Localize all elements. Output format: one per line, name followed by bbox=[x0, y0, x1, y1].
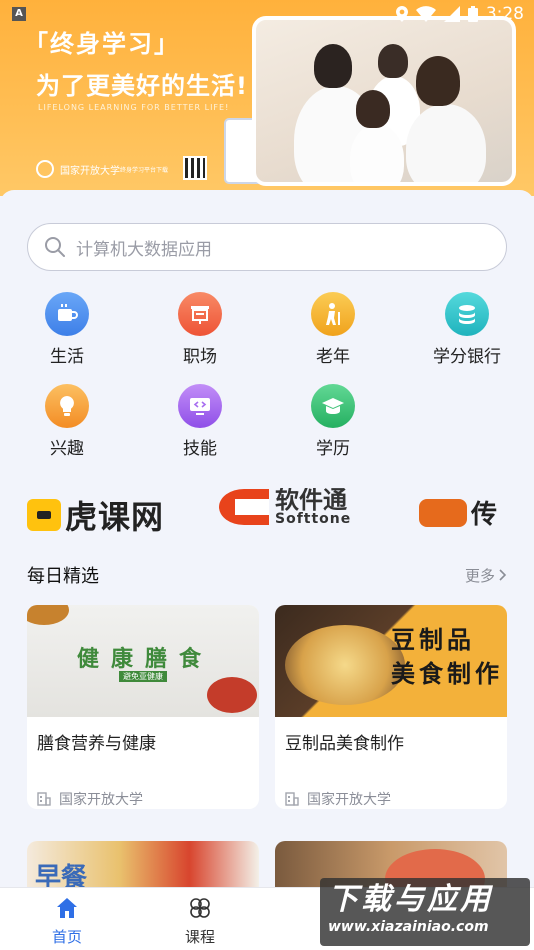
softtone-logo-icon bbox=[219, 489, 269, 525]
partner-huke[interactable]: 虎课网 bbox=[27, 492, 164, 532]
category-label: 学历 bbox=[316, 439, 350, 459]
graduation-cap-icon bbox=[311, 384, 355, 428]
signal-icon bbox=[443, 6, 460, 22]
banner-org-name: 国家开放大学 bbox=[60, 165, 120, 177]
clock: 3:28 bbox=[485, 4, 524, 24]
category-career[interactable]: 职场 bbox=[140, 292, 260, 367]
category-label: 生活 bbox=[50, 347, 84, 367]
partner-softtone[interactable]: 软件通 Softtone bbox=[219, 488, 351, 526]
watermark-en: www.xiazainiao.com bbox=[328, 919, 489, 935]
home-icon bbox=[57, 898, 77, 918]
partner-third[interactable]: 传 bbox=[419, 494, 497, 531]
coins-icon bbox=[445, 292, 489, 336]
partner-softtone-en: Softtone bbox=[275, 511, 352, 527]
search-bar[interactable]: 计算机大数据应用 bbox=[27, 223, 507, 271]
qr-code-icon bbox=[183, 156, 207, 180]
category-skills[interactable]: 技能 bbox=[140, 384, 260, 459]
status-bar: A 3:28 bbox=[0, 0, 534, 28]
notification-icon: A bbox=[12, 7, 26, 21]
course-source: 国家开放大学 bbox=[27, 773, 259, 809]
category-label: 兴趣 bbox=[50, 439, 84, 459]
nav-home[interactable]: 首页 bbox=[27, 896, 107, 947]
thumbnail-subtitle: 避免亚健康 bbox=[119, 671, 167, 682]
partner-huke-name: 虎课网 bbox=[65, 498, 165, 532]
banner-small-text: 终身学习平台下载 bbox=[120, 167, 169, 174]
nav-label: 课程 bbox=[184, 928, 215, 946]
family-photo bbox=[252, 16, 516, 186]
course-title: 膳食营养与健康 bbox=[37, 734, 156, 754]
course-title: 豆制品美食制作 bbox=[285, 734, 404, 754]
building-icon bbox=[285, 792, 299, 806]
site-watermark: 下载与应用 www.xiazainiao.com bbox=[320, 878, 530, 946]
huke-logo-icon bbox=[27, 499, 61, 531]
watermark-cn: 下载与应用 bbox=[328, 882, 493, 917]
more-label: 更多 bbox=[464, 566, 495, 585]
category-label: 技能 bbox=[183, 439, 217, 459]
banner-title-line1: 「终身学习」 bbox=[24, 30, 180, 58]
course-source-name: 国家开放大学 bbox=[59, 792, 143, 808]
course-card[interactable]: 豆制品 美食制作 豆制品美食制作 国家开放大学 bbox=[275, 605, 507, 809]
section-title: 每日精选 bbox=[27, 566, 99, 587]
category-label: 学分银行 bbox=[433, 347, 501, 367]
banner-title-line2: 为了更美好的生活! bbox=[36, 72, 248, 100]
bulb-icon bbox=[45, 384, 89, 428]
partner-logos: 虎课网 软件通 Softtone 传 bbox=[27, 488, 507, 532]
course-source-name: 国家开放大学 bbox=[307, 792, 391, 808]
category-senior[interactable]: 老年 bbox=[273, 292, 393, 367]
tiger-logo-icon bbox=[419, 498, 467, 527]
screen-code-icon bbox=[178, 384, 222, 428]
category-interest[interactable]: 兴趣 bbox=[7, 384, 127, 459]
chevron-right-icon bbox=[499, 569, 507, 581]
course-card[interactable]: 健康膳食 避免亚健康 膳食营养与健康 国家开放大学 bbox=[27, 605, 259, 809]
more-link[interactable]: 更多 bbox=[465, 565, 507, 586]
promo-banner[interactable]: 「终身学习」 为了更美好的生活! LIFELONG LEARNING FOR B… bbox=[0, 0, 534, 196]
main-content: 计算机大数据应用 生活 职场 老年 学分银行 兴趣 技能 学历 虎课网 软件通 … bbox=[0, 190, 534, 901]
course-source: 国家开放大学 bbox=[275, 773, 507, 809]
location-icon bbox=[395, 6, 408, 22]
search-icon bbox=[45, 237, 65, 257]
building-icon bbox=[37, 792, 51, 806]
category-label: 老年 bbox=[316, 347, 350, 367]
category-degree[interactable]: 学历 bbox=[273, 384, 393, 459]
category-life[interactable]: 生活 bbox=[7, 292, 127, 367]
elder-icon bbox=[311, 292, 355, 336]
university-logo-icon bbox=[36, 160, 54, 178]
wifi-icon bbox=[415, 6, 436, 22]
nav-courses[interactable]: 课程 bbox=[160, 896, 240, 947]
daily-picks-header: 每日精选 更多 bbox=[27, 562, 507, 588]
thumbnail-title: 健康膳食 bbox=[77, 647, 214, 672]
nav-label: 首页 bbox=[51, 928, 82, 946]
category-credit-bank[interactable]: 学分银行 bbox=[407, 292, 527, 367]
partner-third-name: 传 bbox=[471, 500, 498, 530]
search-placeholder: 计算机大数据应用 bbox=[76, 239, 212, 260]
thumbnail-title: 豆制品 美食制作 bbox=[391, 626, 503, 688]
board-icon bbox=[178, 292, 222, 336]
course-thumbnail: 健康膳食 避免亚健康 bbox=[27, 605, 259, 717]
category-label: 职场 bbox=[183, 347, 217, 367]
clover-icon bbox=[190, 898, 210, 918]
banner-subtitle: LIFELONG LEARNING FOR BETTER LIFE! bbox=[38, 103, 230, 112]
battery-icon bbox=[467, 6, 478, 22]
partner-softtone-cn: 软件通 bbox=[275, 488, 347, 514]
course-thumbnail: 豆制品 美食制作 bbox=[275, 605, 507, 717]
cup-icon bbox=[45, 292, 89, 336]
banner-org-logo: 国家开放大学 bbox=[36, 160, 120, 178]
